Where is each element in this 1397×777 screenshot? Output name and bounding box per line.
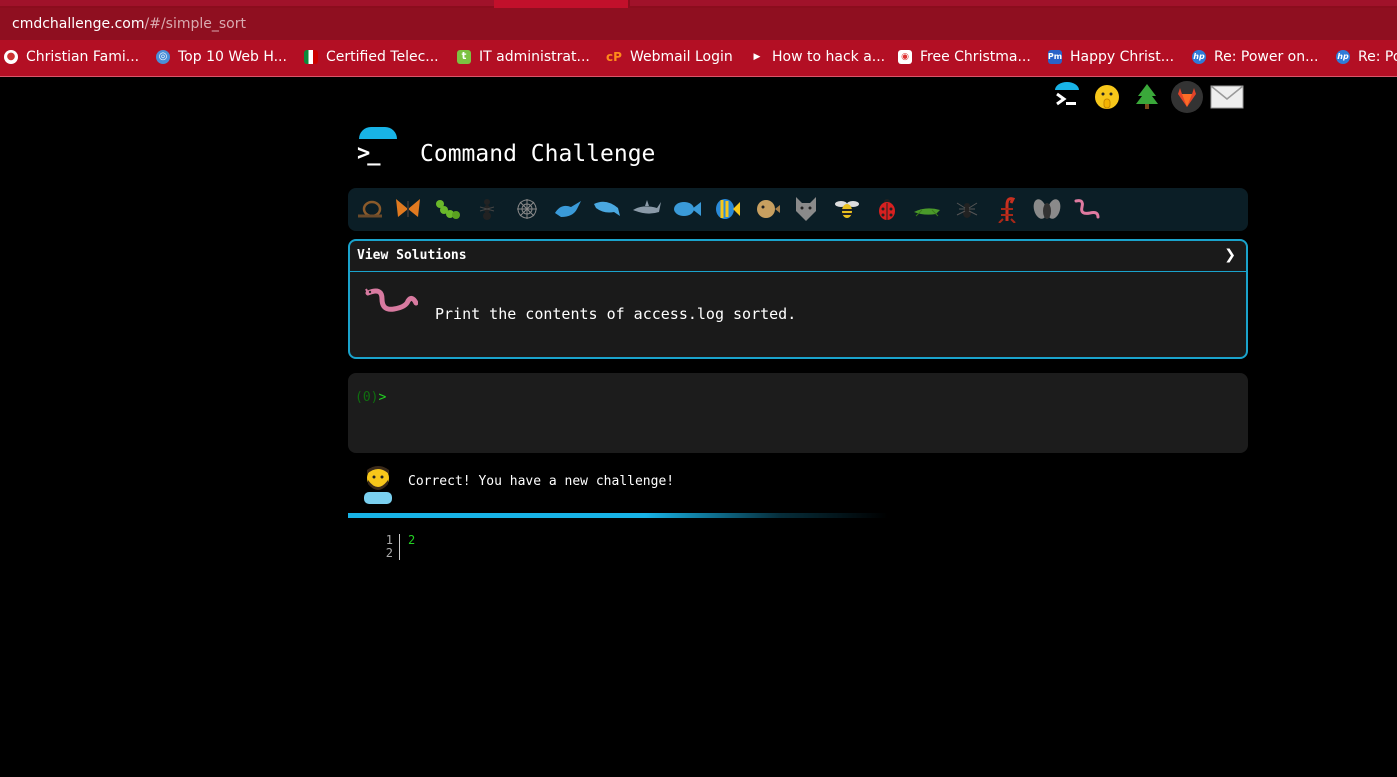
pm-icon: Pm	[1048, 50, 1062, 64]
bookmark-label: Webmail Login	[630, 49, 733, 65]
caterpillar-icon[interactable]	[431, 194, 465, 224]
shark-icon[interactable]	[630, 194, 664, 224]
editor-content: 2	[408, 533, 416, 547]
view-solutions-header[interactable]: View Solutions ❯	[350, 241, 1246, 272]
spiderweb-icon[interactable]	[510, 194, 544, 224]
logo-prompt: >_	[357, 141, 380, 166]
bookmark-label: Re: Power on...	[1214, 49, 1319, 65]
output-editor[interactable]: 1 2 2	[348, 532, 648, 562]
terminal-input[interactable]: (0)>	[348, 373, 1248, 453]
bookmarks-bar: ● Christian Fami... ◎ Top 10 Web H... Ce…	[0, 40, 1397, 77]
logo-cap	[359, 127, 397, 139]
challenge-progress-bar	[348, 188, 1248, 231]
terminal-prompt: (0)>	[355, 390, 386, 405]
hp-icon: hp	[1336, 50, 1350, 64]
bookmark-how-to-hack[interactable]: ▶ How to hack a...	[750, 49, 886, 65]
ant-icon[interactable]	[470, 194, 504, 224]
chevron-right-icon[interactable]: ❯	[1224, 247, 1236, 263]
tab-strip	[0, 0, 1397, 8]
url-text[interactable]: cmdchallenge.com/#/simple_sort	[12, 16, 246, 32]
challenge-description: Print the contents of access.log sorted.	[435, 305, 797, 323]
page-title: Command Challenge	[420, 141, 656, 167]
ladybug-icon[interactable]	[870, 194, 904, 224]
prompt-symbol: >	[378, 390, 387, 405]
spider-icon[interactable]	[950, 194, 984, 224]
bookmark-free-christmas[interactable]: ◉ Free Christma...	[898, 49, 1031, 65]
site-icon: ◉	[898, 50, 912, 64]
line-gutter: 1 2	[378, 534, 400, 560]
cricket-icon[interactable]	[910, 194, 944, 224]
bookmark-label: IT administrat...	[479, 49, 590, 65]
fish-icon[interactable]	[670, 194, 704, 224]
gitlab-icon[interactable]	[1170, 80, 1204, 114]
flag-icon	[304, 50, 318, 64]
shush-face-icon[interactable]	[1090, 80, 1124, 114]
blowfish-icon[interactable]	[750, 194, 784, 224]
exit-code: (0)	[355, 390, 379, 405]
bookmark-label: Certified Telec...	[326, 49, 439, 65]
bookmark-label: Re: Po	[1358, 49, 1397, 65]
logo: >_	[357, 127, 397, 167]
tab-active[interactable]	[494, 0, 628, 8]
cpanel-icon: cP	[606, 50, 622, 64]
terminal-icon[interactable]	[1050, 80, 1084, 114]
worm-icon[interactable]	[1070, 194, 1104, 224]
dolphin-icon[interactable]	[590, 194, 624, 224]
snail-icon[interactable]	[353, 194, 387, 224]
fly-icon[interactable]	[1030, 194, 1064, 224]
bookmark-happy-christmas[interactable]: Pm Happy Christ...	[1048, 49, 1174, 65]
globe-icon: ◎	[156, 50, 170, 64]
url-domain: cmdchallenge.com	[12, 16, 145, 32]
bookmark-certified-telecom[interactable]: Certified Telec...	[304, 49, 439, 65]
address-bar[interactable]: cmdchallenge.com/#/simple_sort	[0, 8, 1397, 40]
play-icon: ▶	[753, 51, 761, 62]
view-solutions-label[interactable]: View Solutions	[357, 248, 467, 263]
bookmark-label: Happy Christ...	[1070, 49, 1175, 65]
bee-icon[interactable]	[830, 194, 864, 224]
wolf-icon[interactable]	[789, 194, 823, 224]
butterfly-icon[interactable]	[391, 194, 425, 224]
bookmark-christian-family[interactable]: ● Christian Fami...	[4, 49, 139, 65]
challenge-card: View Solutions ❯ Print the contents of a…	[348, 239, 1248, 359]
progress-bar	[348, 513, 888, 518]
bookmark-label: Top 10 Web H...	[178, 49, 287, 65]
tropical-fish-icon[interactable]	[710, 194, 744, 224]
bookmark-label: Free Christma...	[920, 49, 1031, 65]
t-icon: t	[457, 50, 471, 64]
bookmark-power-on-2[interactable]: hp Re: Po	[1336, 49, 1397, 65]
scorpion-icon[interactable]	[990, 194, 1024, 224]
bookmark-label: Christian Fami...	[26, 49, 140, 65]
bookmark-top10-web[interactable]: ◎ Top 10 Web H...	[156, 49, 287, 65]
url-path: /#/simple_sort	[144, 16, 246, 32]
header-icons	[1050, 80, 1250, 114]
tab-inactive[interactable]	[630, 0, 1397, 6]
globe-icon: ●	[4, 50, 18, 64]
bookmark-label: How to hack a...	[772, 49, 886, 65]
hp-icon: hp	[1192, 50, 1206, 64]
bookmark-it-admin[interactable]: t IT administrat...	[457, 49, 590, 65]
bookmark-power-on[interactable]: hp Re: Power on...	[1192, 49, 1318, 65]
worm-icon	[362, 285, 419, 325]
tree-icon[interactable]	[1130, 80, 1164, 114]
mail-icon[interactable]	[1210, 80, 1244, 114]
line-number: 2	[385, 546, 393, 560]
whale-icon[interactable]	[551, 194, 585, 224]
tab-inactive[interactable]	[0, 0, 494, 6]
feedback-message: Correct! You have a new challenge!	[408, 474, 675, 489]
avatar	[360, 462, 396, 504]
bookmark-webmail-login[interactable]: cP Webmail Login	[606, 49, 733, 65]
